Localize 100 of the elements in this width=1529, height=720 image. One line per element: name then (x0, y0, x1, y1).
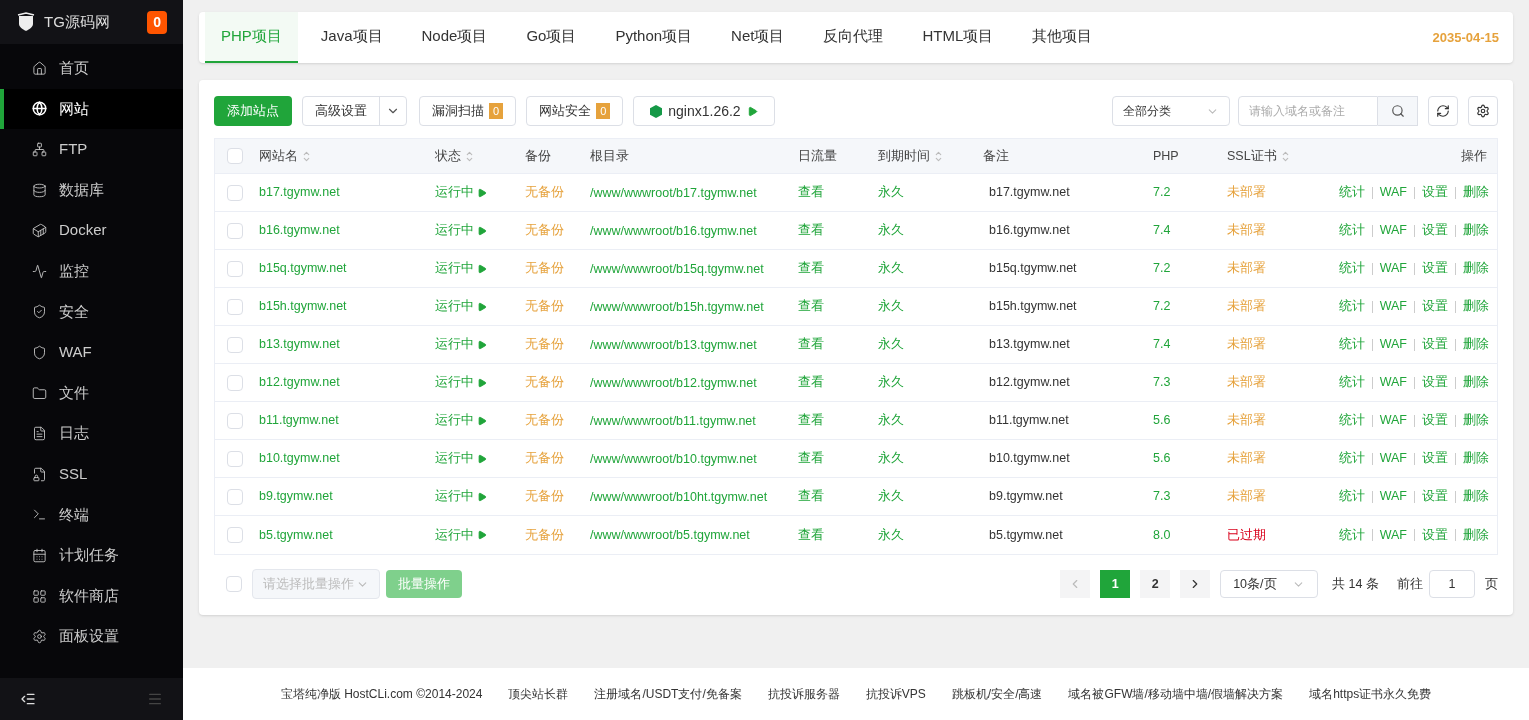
status-link[interactable]: 运行中 (435, 297, 487, 316)
checkbox[interactable] (227, 222, 243, 239)
footer-link[interactable]: 域名https证书永久免费 (1309, 685, 1432, 703)
status-link[interactable]: 运行中 (435, 373, 487, 392)
site-name-link[interactable]: b9.tgymw.net (259, 487, 435, 506)
expiry-link[interactable]: 永久 (878, 487, 983, 506)
sidebar-item[interactable]: WAF (0, 332, 183, 373)
next-page-button[interactable] (1180, 570, 1211, 598)
sidebar-item[interactable]: 安全 (0, 291, 183, 333)
php-version-link[interactable]: 7.2 (1153, 183, 1227, 202)
footer-link[interactable]: 注册域名/USDT支付/免备案 (594, 685, 742, 703)
root-path-link[interactable]: /www/wwwroot/b15q.tgymw.net (590, 260, 798, 277)
backup-link[interactable]: 无备份 (525, 411, 590, 430)
row-action-link[interactable]: 统计 (1338, 221, 1365, 240)
search-button[interactable] (1378, 96, 1418, 126)
checkbox[interactable] (227, 260, 243, 277)
site-name-link[interactable]: b15h.tgymw.net (259, 297, 435, 316)
sidebar-item[interactable]: 文件 (0, 372, 183, 414)
site-name-link[interactable]: b16.tgymw.net (259, 221, 435, 240)
ssl-status-link[interactable]: 已过期 (1227, 525, 1325, 545)
php-version-link[interactable]: 8.0 (1153, 525, 1227, 545)
sidebar-item[interactable]: Docker (0, 210, 183, 251)
backup-link[interactable]: 无备份 (525, 221, 590, 240)
php-version-link[interactable]: 7.4 (1153, 221, 1227, 240)
row-action-link[interactable]: 删除 (1463, 373, 1489, 392)
collapse-icon[interactable] (20, 691, 36, 707)
status-link[interactable]: 运行中 (435, 449, 487, 468)
project-tab[interactable]: 其他项目 (1016, 12, 1109, 63)
notification-count[interactable]: 0 (147, 10, 167, 34)
project-tab[interactable]: PHP项目 (205, 12, 298, 63)
row-action-link[interactable]: 设置 (1422, 183, 1448, 202)
checkbox[interactable] (227, 488, 243, 505)
root-path-link[interactable]: /www/wwwroot/b13.tgymw.net (590, 336, 798, 353)
row-action-link[interactable]: WAF (1379, 449, 1407, 468)
row-action-link[interactable]: 统计 (1338, 297, 1365, 316)
row-action-link[interactable]: 删除 (1463, 525, 1489, 545)
checkbox[interactable] (227, 412, 243, 429)
row-action-link[interactable]: 设置 (1422, 373, 1448, 392)
page-input[interactable]: 1 (1429, 570, 1475, 598)
expiry-link[interactable]: 永久 (878, 183, 983, 202)
sidebar-item[interactable]: 数据库 (0, 169, 183, 211)
row-action-link[interactable]: 统计 (1338, 525, 1365, 545)
refresh-button[interactable] (1428, 96, 1458, 126)
expiry-link[interactable]: 永久 (878, 335, 983, 354)
root-path-link[interactable]: /www/wwwroot/b15h.tgymw.net (590, 298, 798, 315)
row-action-link[interactable]: 设置 (1422, 297, 1448, 316)
traffic-link[interactable]: 查看 (798, 221, 878, 240)
checkbox[interactable] (227, 336, 243, 353)
status-link[interactable]: 运行中 (435, 335, 487, 354)
row-action-link[interactable]: WAF (1379, 373, 1407, 392)
row-action-link[interactable]: 设置 (1422, 221, 1448, 240)
root-path-link[interactable]: /www/wwwroot/b12.tgymw.net (590, 374, 798, 391)
ssl-status-link[interactable]: 未部署 (1227, 259, 1325, 278)
backup-link[interactable]: 无备份 (525, 449, 590, 468)
checkbox[interactable] (227, 374, 243, 391)
ssl-status-link[interactable]: 未部署 (1227, 411, 1325, 430)
expiry-link[interactable]: 永久 (878, 373, 983, 392)
site-name-link[interactable]: b11.tgymw.net (259, 411, 435, 430)
backup-link[interactable]: 无备份 (525, 525, 590, 545)
project-tab[interactable]: Node项目 (405, 12, 504, 63)
backup-link[interactable]: 无备份 (525, 183, 590, 202)
sidebar-item[interactable]: 面板设置 (0, 616, 183, 657)
ssl-status-link[interactable]: 未部署 (1227, 373, 1325, 392)
expiry-link[interactable]: 永久 (878, 411, 983, 430)
status-link[interactable]: 运行中 (435, 221, 487, 240)
row-action-link[interactable]: 删除 (1463, 449, 1489, 468)
footer-link[interactable]: 跳板机/安全/高速 (951, 685, 1043, 703)
backup-link[interactable]: 无备份 (525, 297, 590, 316)
status-link[interactable]: 运行中 (435, 411, 487, 430)
php-version-link[interactable]: 7.3 (1153, 373, 1227, 392)
status-link[interactable]: 运行中 (435, 487, 487, 506)
row-action-link[interactable]: 统计 (1338, 335, 1365, 354)
traffic-link[interactable]: 查看 (798, 411, 878, 430)
row-action-link[interactable]: 设置 (1422, 525, 1448, 545)
traffic-link[interactable]: 查看 (798, 259, 878, 278)
checkbox[interactable] (226, 576, 242, 592)
status-link[interactable]: 运行中 (435, 525, 487, 545)
row-action-link[interactable]: 统计 (1338, 411, 1365, 430)
row-action-link[interactable]: WAF (1379, 411, 1407, 430)
status-link[interactable]: 运行中 (435, 183, 487, 202)
expiry-link[interactable]: 永久 (878, 525, 983, 545)
traffic-link[interactable]: 查看 (798, 297, 878, 316)
expiry-link[interactable]: 永久 (878, 221, 983, 240)
backup-link[interactable]: 无备份 (525, 487, 590, 506)
row-action-link[interactable]: WAF (1379, 297, 1407, 316)
checkbox[interactable] (227, 527, 243, 543)
ssl-status-link[interactable]: 未部署 (1227, 183, 1325, 202)
row-action-link[interactable]: 删除 (1463, 487, 1489, 506)
backup-link[interactable]: 无备份 (525, 259, 590, 278)
row-action-link[interactable]: 设置 (1422, 487, 1448, 506)
footer-link[interactable]: 宝塔纯净版 HostCLi.com ©2014-2024 (280, 685, 483, 703)
row-action-link[interactable]: WAF (1379, 183, 1407, 202)
sidebar-item[interactable]: 计划任务 (0, 535, 183, 576)
project-tab[interactable]: 反向代理 (807, 12, 900, 63)
row-action-link[interactable]: 删除 (1463, 335, 1489, 354)
footer-link[interactable]: 抗投诉VPS (865, 685, 926, 703)
ssl-status-link[interactable]: 未部署 (1227, 221, 1325, 240)
expiry-link[interactable]: 永久 (878, 449, 983, 468)
ssl-status-link[interactable]: 未部署 (1227, 297, 1325, 316)
sidebar-item[interactable]: 软件商店 (0, 575, 183, 617)
